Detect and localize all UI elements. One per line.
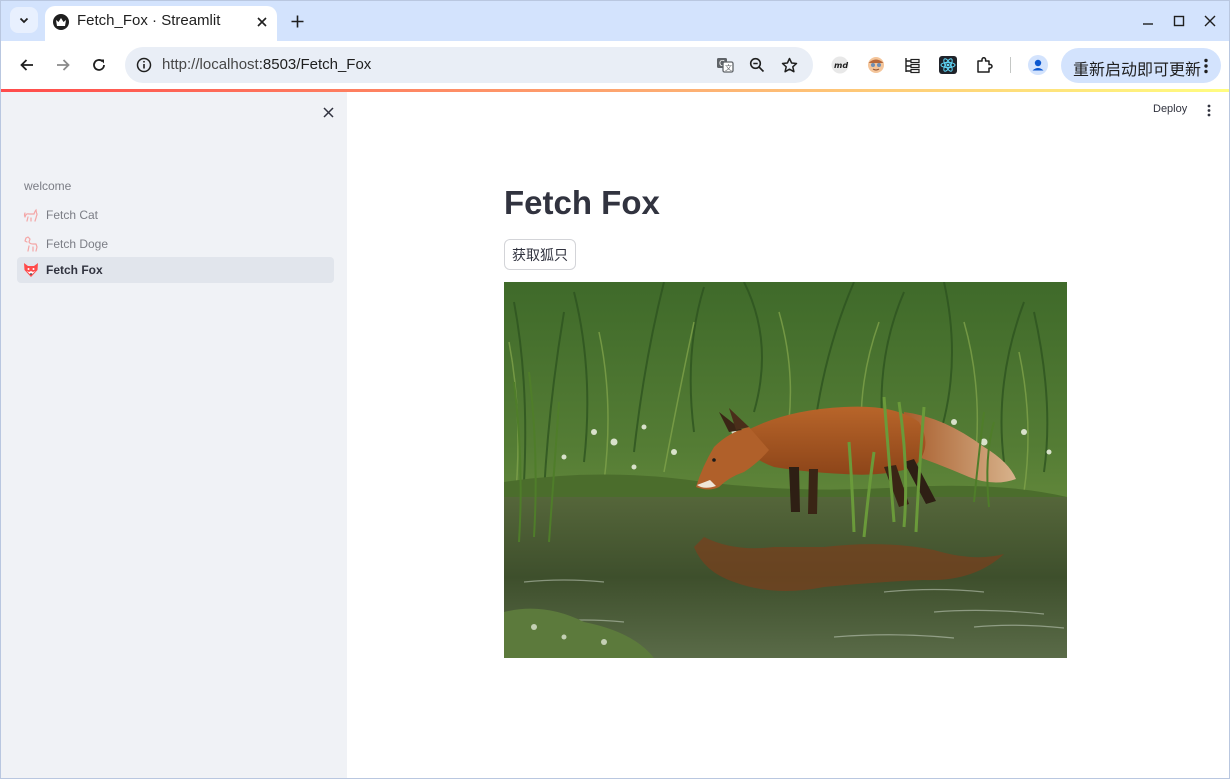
sidebar-item-fetch-cat[interactable]: Fetch Cat — [17, 202, 334, 228]
close-icon — [322, 106, 334, 118]
sidebar-item-welcome[interactable]: welcome — [17, 173, 334, 199]
sidebar-item-label: welcome — [24, 179, 72, 193]
new-tab-button[interactable] — [286, 10, 308, 32]
profile-avatar-icon[interactable] — [1027, 54, 1049, 76]
url-text[interactable]: http://localhost:8503/Fetch_Fox — [162, 56, 371, 73]
tab-search-button[interactable] — [10, 7, 38, 33]
translate-icon[interactable]: G文 — [716, 56, 734, 74]
site-info-icon[interactable] — [135, 56, 153, 74]
sidebar-item-label: Fetch Doge — [46, 237, 109, 251]
back-button[interactable] — [15, 53, 39, 77]
tree-extension-icon[interactable] — [901, 54, 923, 76]
maximize-button[interactable] — [1167, 9, 1191, 33]
minimize-button[interactable] — [1136, 9, 1160, 33]
window-close-button[interactable] — [1198, 9, 1222, 33]
reload-icon — [93, 59, 105, 71]
markdown-extension-icon[interactable]: md — [829, 54, 851, 76]
address-bar[interactable]: http://localhost:8503/Fetch_Fox G文 — [125, 47, 813, 83]
sidebar-item-label: Fetch Cat — [46, 208, 99, 222]
sidebar-item-fetch-doge[interactable]: Fetch Doge — [17, 231, 334, 257]
cat-icon — [23, 208, 38, 222]
arrow-right-icon — [57, 59, 70, 71]
toolbar-divider — [1010, 57, 1011, 73]
browser-toolbar: http://localhost:8503/Fetch_Fox G文 md 重新… — [1, 41, 1229, 89]
update-label: 重新启动即可更新 — [1073, 62, 1202, 79]
fox-icon — [24, 263, 38, 277]
forward-button[interactable] — [51, 53, 75, 77]
plus-icon — [291, 15, 303, 27]
browser-tab[interactable]: Fetch_Fox · Streamlit — [45, 6, 277, 41]
url-path: :8503/Fetch_Fox — [258, 56, 372, 73]
puzzle-extensions-icon[interactable] — [973, 54, 995, 76]
react-devtools-icon[interactable] — [937, 54, 959, 76]
browser-window: Fetch_Fox · Streamlit http://localhost:8… — [0, 0, 1230, 779]
sidebar: welcome Fetch Cat Fetch Doge Fetch Fox — [1, 92, 347, 778]
fetch-fox-button[interactable]: 获取狐只 — [504, 239, 576, 270]
bookmark-star-icon[interactable] — [780, 56, 798, 74]
main-content: Deploy Fetch Fox 获取狐只 — [347, 92, 1229, 778]
svg-text:文: 文 — [725, 63, 732, 72]
more-vert-icon — [1207, 104, 1211, 116]
svg-text:md: md — [834, 61, 848, 70]
arrow-left-icon — [20, 59, 33, 71]
chevron-down-icon — [19, 17, 29, 24]
face-extension-icon[interactable] — [865, 54, 887, 76]
tab-strip: Fetch_Fox · Streamlit — [1, 1, 1229, 41]
sidebar-close-button[interactable] — [319, 103, 337, 121]
maximize-icon — [1173, 15, 1185, 27]
update-button[interactable]: 重新启动即可更新 — [1061, 48, 1221, 83]
close-icon[interactable] — [253, 13, 271, 31]
minimize-icon — [1143, 23, 1153, 25]
close-icon — [1204, 15, 1216, 27]
sidebar-item-label: Fetch Fox — [46, 263, 103, 277]
main-menu-button[interactable] — [1202, 102, 1216, 118]
fox-photo — [504, 282, 1067, 658]
streamlit-crown-icon — [53, 14, 69, 30]
tab-title: Fetch_Fox · Streamlit — [77, 12, 221, 29]
dog-icon — [24, 236, 38, 252]
deploy-button[interactable]: Deploy — [1153, 103, 1187, 115]
reload-button[interactable] — [87, 53, 111, 77]
zoom-icon[interactable] — [748, 56, 766, 74]
url-host: http://localhost — [162, 56, 259, 73]
sidebar-item-fetch-fox[interactable]: Fetch Fox — [17, 257, 334, 283]
page-title: Fetch Fox — [504, 184, 660, 221]
more-vert-icon — [1199, 56, 1213, 76]
